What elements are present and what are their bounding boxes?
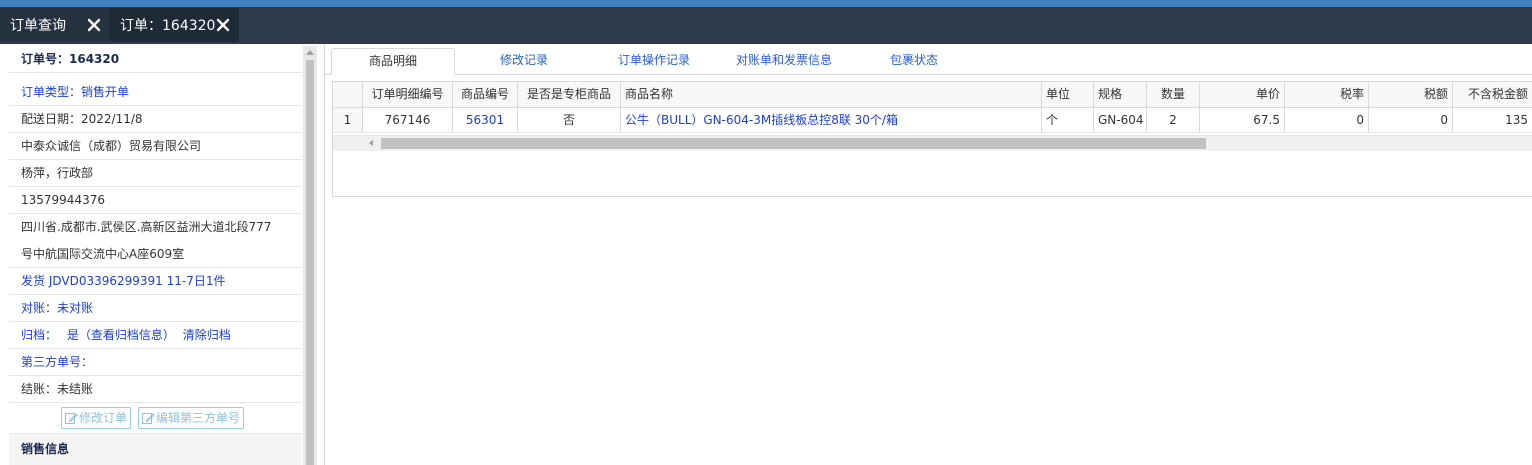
edit-order-label: 修改订单 [79,411,128,425]
order-type[interactable]: 订单类型：销售开单 [9,79,302,106]
edit-icon [65,413,78,424]
cell-tax-amount: 0 [1369,108,1453,132]
order-info-panel: 订单号：164320 订单类型：销售开单 配送日期：2022/11/8 中泰众诚… [9,46,302,465]
cell-product-name-link[interactable]: 公牛（BULL）GN-604-3M插线板总控8联 30个/箱 [621,108,1042,132]
cell-tax-rate: 0 [1285,108,1369,132]
col-product-name[interactable]: 商品名称 [621,82,1042,107]
shipping-info[interactable]: 发货 JDVD03396299391 11-7日1件 [9,268,302,295]
col-unit-price[interactable]: 单价 [1200,82,1285,107]
tab-product-details[interactable]: 商品明细 [331,48,455,75]
grid-header: 订单明细编号 商品编号 是否是专柜商品 商品名称 单位 规格 数量 单价 税率 … [333,82,1532,108]
col-detail-no[interactable]: 订单明细编号 [363,82,453,107]
tab-operation-log[interactable]: 订单操作记录 [593,48,715,75]
detail-tabs: 商品明细 修改记录 订单操作记录 对账单和发票信息 包裹状态 [325,44,1532,75]
row-number: 1 [333,108,363,132]
edit-third-party-button[interactable]: 编辑第三方单号 [138,407,245,429]
cell-amount-excl-tax: 135 [1453,108,1532,132]
address-line-1: 四川省.成都市.武侯区.高新区益洲大道北段777 [21,220,272,234]
edit-order-button[interactable]: 修改订单 [61,407,132,429]
tab-label: 订单：164320 [120,18,216,34]
cell-detail-no: 767146 [363,108,453,132]
cell-unit-price: 67.5 [1200,108,1285,132]
third-party-number[interactable]: 第三方单号： [9,349,302,376]
contact-person: 杨萍，行政部 [9,160,302,187]
close-icon[interactable] [86,17,102,33]
grid-horizontal-scrollbar[interactable] [333,135,1532,151]
archive-label: 归档： [21,328,58,342]
scroll-up-icon[interactable] [306,50,314,55]
col-unit[interactable]: 单位 [1042,82,1094,107]
col-amount-excl-tax[interactable]: 不含税金额 [1453,82,1532,107]
main-content: 商品明细 修改记录 订单操作记录 对账单和发票信息 包裹状态 订单明细编号 商品… [324,44,1532,465]
clear-archive-link[interactable]: 清除归档 [183,328,231,342]
archive-status: 归档： 是（查看归档信息） 清除归档 [9,322,302,349]
close-icon[interactable] [215,17,231,33]
top-accent-bar [0,0,1532,7]
tab-package-status[interactable]: 包裹状态 [855,48,973,75]
view-archive-link[interactable]: 是（查看归档信息） [67,328,175,342]
tab-reconcile-invoice[interactable]: 对账单和发票信息 [721,48,847,75]
sales-info-header[interactable]: 销售信息 [9,434,302,465]
left-panel-scrollbar[interactable] [303,46,317,465]
table-row[interactable]: 1 767146 56301 否 公牛（BULL）GN-604-3M插线板总控8… [333,108,1532,133]
reconcile-status[interactable]: 对账：未对账 [9,295,302,322]
tab-change-log[interactable]: 修改记录 [465,48,583,75]
col-rownum [333,82,363,107]
col-tax-amount[interactable]: 税额 [1369,82,1453,107]
col-quantity[interactable]: 数量 [1147,82,1200,107]
cell-counter-product: 否 [518,108,621,132]
order-number: 订单号：164320 [9,46,302,73]
col-tax-rate[interactable]: 税率 [1285,82,1369,107]
cell-quantity: 2 [1147,108,1200,132]
col-product-no[interactable]: 商品编号 [453,82,518,107]
product-grid: 订单明细编号 商品编号 是否是专柜商品 商品名称 单位 规格 数量 单价 税率 … [332,81,1532,197]
settlement-status: 结账：未结账 [9,376,302,403]
phone-number: 13579944376 [9,187,302,214]
col-counter-product[interactable]: 是否是专柜商品 [518,82,621,107]
cell-spec: GN-604 [1094,108,1147,132]
cell-unit: 个 [1042,108,1094,132]
delivery-date: 配送日期：2022/11/8 [9,106,302,133]
col-spec[interactable]: 规格 [1094,82,1147,107]
cell-product-no-link[interactable]: 56301 [453,108,518,132]
edit-third-party-label: 编辑第三方单号 [156,411,241,425]
tab-label: 订单查询 [10,18,66,34]
tab-order-query[interactable]: 订单查询 [0,8,110,42]
tab-order-detail[interactable]: 订单：164320 [110,8,239,42]
edit-icon [142,413,155,424]
scrollbar-thumb[interactable] [306,60,314,465]
scrollbar-thumb[interactable] [381,138,1206,149]
tab-bar: 订单查询 订单：164320 [0,7,1532,44]
action-buttons: 修改订单 编辑第三方单号 [9,403,302,434]
scroll-left-icon[interactable] [369,140,373,146]
company-name: 中泰众诚信（成都）贸易有限公司 [9,133,302,160]
address-line-2: 号中航国际交流中心A座609室 [9,241,302,268]
